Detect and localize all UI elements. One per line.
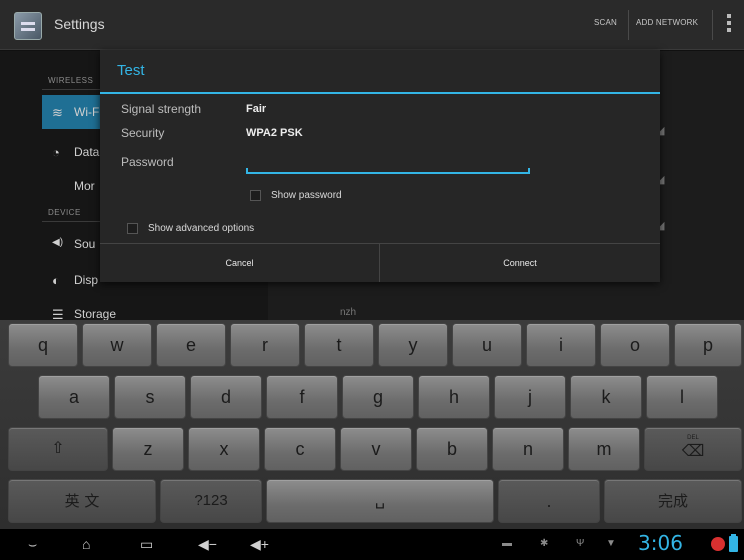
alert-status-icon bbox=[711, 537, 725, 551]
wifi-icon: ≋ bbox=[52, 105, 63, 120]
network-list-item[interactable]: nzh bbox=[340, 307, 356, 318]
wifi-status-icon: ▼ bbox=[606, 538, 616, 549]
settings-app-icon[interactable] bbox=[14, 12, 42, 40]
key-h[interactable]: h bbox=[418, 375, 490, 419]
input-edge bbox=[246, 168, 248, 174]
home-icon[interactable]: ⌂ bbox=[82, 533, 90, 555]
show-password-checkbox[interactable] bbox=[250, 190, 261, 201]
done-key[interactable]: 完成 bbox=[604, 479, 742, 523]
volume-down-icon[interactable]: ◀− bbox=[198, 533, 217, 555]
sidebar-item-label: Disp bbox=[74, 273, 99, 287]
sidebar-item-label: Sou bbox=[74, 237, 96, 251]
connect-button[interactable]: Connect bbox=[380, 244, 660, 282]
action-bar: Settings SCAN ADD NETWORK bbox=[0, 0, 744, 50]
sidebar-item-label: Wi-Fi bbox=[74, 105, 102, 119]
show-advanced-checkbox[interactable] bbox=[127, 223, 138, 234]
back-icon[interactable]: ⌣ bbox=[28, 533, 37, 555]
security-value: WPA2 PSK bbox=[246, 127, 303, 139]
key-t[interactable]: t bbox=[304, 323, 374, 367]
soft-keyboard: q w e r t y u i o p a s d f g h j k l ⇧ … bbox=[0, 320, 744, 529]
status-clock: 3:06 bbox=[638, 531, 683, 555]
period-key[interactable]: . bbox=[498, 479, 600, 523]
symbols-key[interactable]: ?123 bbox=[160, 479, 262, 523]
key-o[interactable]: o bbox=[600, 323, 670, 367]
cancel-button[interactable]: Cancel bbox=[100, 244, 379, 282]
key-p[interactable]: p bbox=[674, 323, 742, 367]
key-c[interactable]: c bbox=[264, 427, 336, 471]
key-n[interactable]: n bbox=[492, 427, 564, 471]
usb-status-icon: Ψ bbox=[576, 538, 585, 549]
add-network-button[interactable]: ADD NETWORK bbox=[636, 18, 698, 27]
key-y[interactable]: y bbox=[378, 323, 448, 367]
password-input[interactable] bbox=[246, 150, 530, 174]
wifi-connect-dialog: Test Signal strength Fair Security WPA2 … bbox=[100, 50, 660, 282]
recent-apps-icon[interactable]: ▭ bbox=[140, 533, 153, 555]
show-password-label: Show password bbox=[271, 190, 342, 201]
backspace-icon: ⌫ bbox=[681, 443, 705, 460]
space-key[interactable]: ␣ bbox=[266, 479, 494, 523]
battery-icon bbox=[729, 534, 738, 552]
key-j[interactable]: j bbox=[494, 375, 566, 419]
key-v[interactable]: v bbox=[340, 427, 412, 471]
action-separator bbox=[712, 10, 713, 40]
key-u[interactable]: u bbox=[452, 323, 522, 367]
sidebar-item-label: Mor bbox=[74, 179, 95, 193]
input-edge bbox=[528, 168, 530, 174]
dialog-title-divider bbox=[100, 92, 660, 94]
delete-key[interactable]: DEL ⌫ bbox=[644, 427, 742, 471]
dialog-title: Test bbox=[117, 62, 145, 79]
key-i[interactable]: i bbox=[526, 323, 596, 367]
shift-key[interactable]: ⇧ bbox=[8, 427, 108, 471]
keyboard-status-icon: ▬ bbox=[502, 538, 512, 549]
data-usage-icon: ◔ bbox=[52, 145, 60, 160]
section-header-wireless: WIRELESS bbox=[48, 76, 94, 85]
sound-icon: ◀) bbox=[52, 237, 64, 248]
key-l[interactable]: l bbox=[646, 375, 718, 419]
delete-key-label: DEL bbox=[687, 435, 699, 441]
tablet-screen: Settings SCAN ADD NETWORK WIRELESS ≋ Wi-… bbox=[0, 0, 744, 560]
app-title: Settings bbox=[54, 16, 105, 32]
sidebar-item-label: Storage bbox=[74, 307, 117, 321]
key-f[interactable]: f bbox=[266, 375, 338, 419]
language-switch-key[interactable]: 英 文 bbox=[8, 479, 156, 523]
password-label: Password bbox=[121, 155, 174, 169]
section-header-device: DEVICE bbox=[48, 208, 81, 217]
action-separator bbox=[628, 10, 629, 40]
key-r[interactable]: r bbox=[230, 323, 300, 367]
signal-strength-label: Signal strength bbox=[121, 102, 202, 116]
scan-button[interactable]: SCAN bbox=[594, 18, 617, 27]
key-m[interactable]: m bbox=[568, 427, 640, 471]
signal-strength-value: Fair bbox=[246, 103, 267, 115]
system-bar: ⌣ ⌂ ▭ ◀− ◀+ ▬ ✱ Ψ ▼ 3:06 bbox=[0, 529, 744, 560]
key-x[interactable]: x bbox=[188, 427, 260, 471]
key-d[interactable]: d bbox=[190, 375, 262, 419]
key-b[interactable]: b bbox=[416, 427, 488, 471]
key-z[interactable]: z bbox=[112, 427, 184, 471]
key-q[interactable]: q bbox=[8, 323, 78, 367]
security-label: Security bbox=[121, 126, 165, 140]
overflow-menu-icon[interactable] bbox=[726, 14, 732, 36]
key-w[interactable]: w bbox=[82, 323, 152, 367]
display-icon: ◐ bbox=[52, 273, 60, 288]
key-g[interactable]: g bbox=[342, 375, 414, 419]
key-s[interactable]: s bbox=[114, 375, 186, 419]
key-k[interactable]: k bbox=[570, 375, 642, 419]
sidebar-item-label: Data bbox=[74, 145, 100, 159]
key-e[interactable]: e bbox=[156, 323, 226, 367]
key-a[interactable]: a bbox=[38, 375, 110, 419]
show-advanced-label: Show advanced options bbox=[148, 223, 255, 234]
volume-up-icon[interactable]: ◀+ bbox=[250, 533, 269, 555]
debug-status-icon: ✱ bbox=[540, 538, 549, 549]
